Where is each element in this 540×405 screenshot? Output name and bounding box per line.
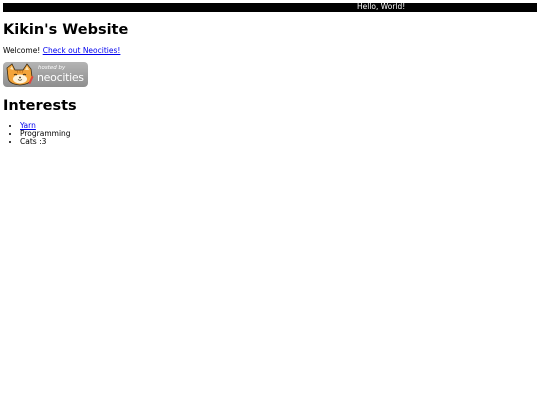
list-item: Cats :3 <box>20 138 71 146</box>
marquee-text: Hello, World! <box>357 2 406 11</box>
interest-list: Yarn Programming Cats :3 <box>3 122 71 146</box>
welcome-line: Welcome! Check out Neocities! <box>3 46 120 56</box>
hosted-by-neocities-badge[interactable]: hosted by neocities <box>3 62 88 87</box>
neocities-cat-icon <box>6 63 34 86</box>
page-title: Kikin's Website <box>3 22 129 38</box>
badge-brand-text: neocities <box>37 71 84 84</box>
marquee-bar: Hello, World! <box>3 2 537 12</box>
interests-heading: Interests <box>3 98 77 114</box>
welcome-text: Welcome! <box>3 46 43 55</box>
neocities-link[interactable]: Check out Neocities! <box>43 46 121 55</box>
